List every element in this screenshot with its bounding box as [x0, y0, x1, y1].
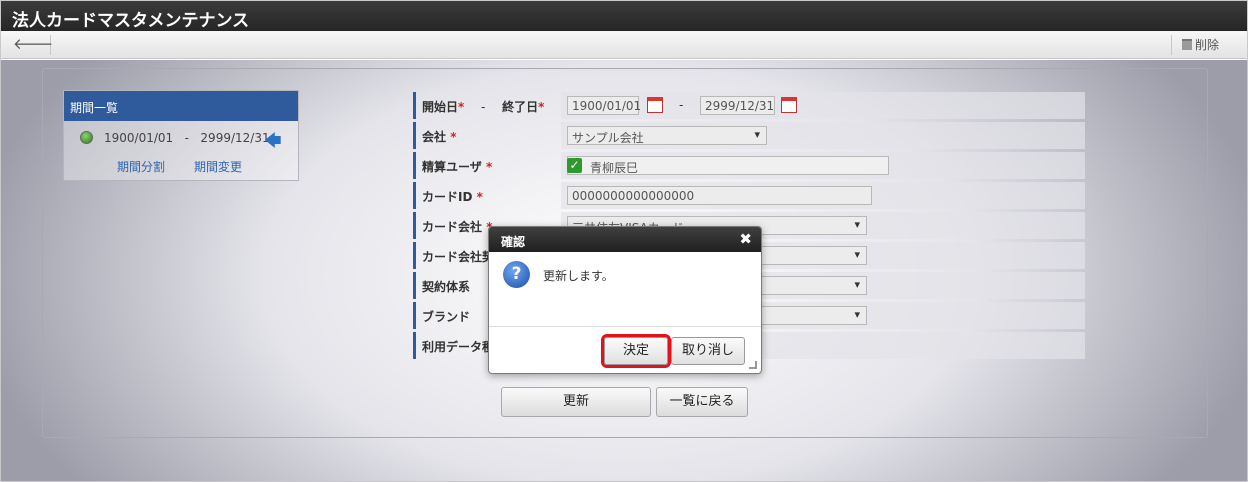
period-separator: - [184, 131, 189, 145]
arrow-left-icon[interactable]: 🡄 [264, 128, 282, 157]
app-window: 法人カードマスタメンテナンス 🡐 削除 期間一覧 1900/01/01 - 29… [0, 0, 1248, 482]
dialog-divider [489, 326, 761, 327]
delete-label: 削除 [1195, 38, 1220, 52]
form-row-company: 会社 * サンプル会社 [413, 122, 1085, 149]
dialog-message: 更新します。 [543, 269, 614, 283]
check-icon: ✓ [567, 158, 582, 173]
period-change-link[interactable]: 期間変更 [194, 158, 242, 175]
back-button[interactable]: 🡐 [13, 35, 54, 55]
period-label: 開始日* - 終了日* [413, 92, 561, 119]
confirm-dialog: 確認 ✖ ? 更新します。 決定 取り消し [488, 226, 762, 374]
period-start: 1900/01/01 [104, 131, 174, 145]
calendar-icon[interactable] [647, 97, 663, 113]
ok-button[interactable]: 決定 [604, 337, 668, 365]
form-row-period: 開始日* - 終了日* 1900/01/01 - 2999/12/31 [413, 92, 1085, 119]
period-end: 2999/12/31 [200, 131, 270, 145]
company-select[interactable]: サンプル会社 [567, 126, 767, 145]
toolbar: 🡐 削除 [1, 31, 1247, 59]
settlement-user-label: 精算ユーザ * [413, 152, 561, 179]
dialog-header: 確認 ✖ [489, 227, 761, 252]
period-list-panel: 期間一覧 1900/01/01 - 2999/12/31 🡄 期間分割 期間変更 [63, 90, 299, 181]
company-label: 会社 * [413, 122, 561, 149]
start-date-input[interactable]: 1900/01/01 [567, 96, 641, 115]
trash-icon [1182, 39, 1192, 50]
back-to-list-button[interactable]: 一覧に戻る [656, 387, 748, 417]
end-date-input[interactable]: 2999/12/31 [700, 96, 775, 115]
card-id-input[interactable]: 0000000000000000 [567, 186, 872, 205]
update-button[interactable]: 更新 [501, 387, 651, 417]
page-title: 法人カードマスタメンテナンス [1, 1, 1247, 31]
resize-grip-icon[interactable] [749, 361, 757, 369]
calendar-icon[interactable] [781, 97, 797, 113]
arrow-left-icon: 🡐 [13, 35, 54, 53]
period-list-item[interactable]: 1900/01/01 - 2999/12/31 🡄 [80, 129, 290, 151]
close-icon[interactable]: ✖ [739, 230, 752, 248]
form-row-settlement-user: 精算ユーザ * 青柳辰巳 ✓ [413, 152, 1085, 179]
status-dot-icon [80, 131, 93, 144]
delete-button[interactable]: 削除 [1171, 35, 1233, 55]
cancel-button[interactable]: 取り消し [671, 337, 745, 365]
period-list-header: 期間一覧 [64, 91, 298, 121]
card-id-label: カードID * [413, 182, 561, 209]
question-icon: ? [503, 261, 530, 288]
form-row-card-id: カードID * 0000000000000000 [413, 182, 1085, 209]
dialog-title: 確認 [501, 235, 526, 249]
settlement-user-field[interactable]: 青柳辰巳 [567, 156, 889, 175]
period-split-link[interactable]: 期間分割 [117, 158, 165, 175]
